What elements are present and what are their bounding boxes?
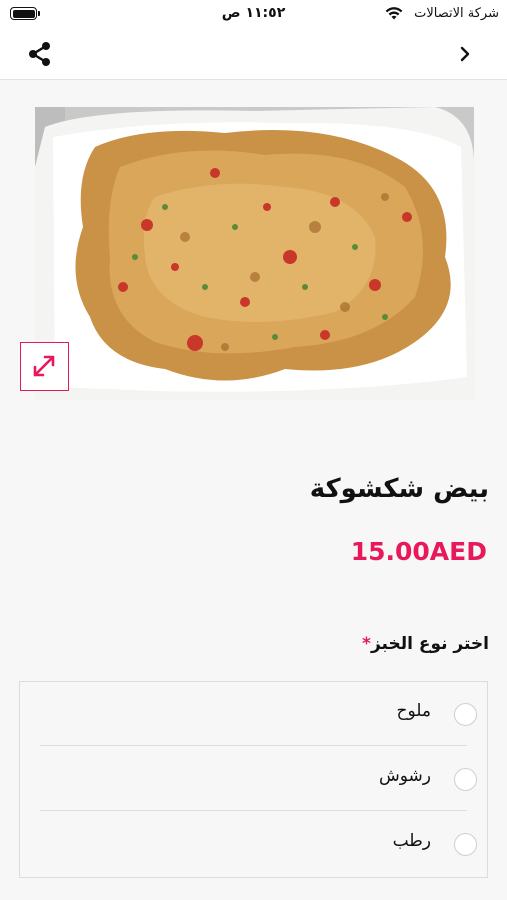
radio-button[interactable] [454, 768, 477, 791]
radio-button[interactable] [454, 703, 477, 726]
nav-bar [0, 30, 507, 80]
chevron-right-icon[interactable] [457, 44, 473, 64]
product-image[interactable] [35, 107, 474, 400]
wifi-icon [385, 7, 403, 20]
option-group-title: اختر نوع الخبز* [357, 634, 489, 654]
bread-options-list: ملوح رشوش رطب [19, 681, 488, 878]
share-icon[interactable] [26, 40, 54, 68]
food-photo [35, 107, 474, 400]
option-label: رشوش [379, 766, 431, 786]
carrier-name: شركة الاتصالات [414, 6, 499, 21]
radio-button[interactable] [454, 833, 477, 856]
option-label: ملوح [396, 701, 432, 721]
status-bar: ١١:٥٢ ص شركة الاتصالات [0, 0, 507, 30]
divider [40, 810, 467, 811]
required-mark: * [362, 634, 371, 654]
option-group-label: اختر نوع الخبز [370, 634, 489, 654]
divider [40, 745, 467, 746]
expand-image-button[interactable] [20, 342, 69, 391]
product-price: 15.00AED [350, 537, 487, 566]
option-label: رطب [392, 831, 431, 851]
expand-arrows-icon [33, 355, 55, 377]
option-item[interactable]: رشوش [40, 747, 477, 812]
option-item[interactable]: ملوح [40, 682, 477, 747]
product-title: بيض شكشوكة [309, 474, 489, 504]
option-item[interactable]: رطب [40, 812, 477, 877]
